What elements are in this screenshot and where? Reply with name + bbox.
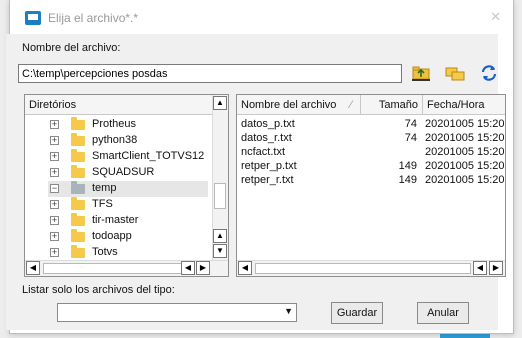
- app-window-icon: [25, 11, 41, 25]
- tree-item-tir-master[interactable]: + tir-master: [50, 213, 230, 229]
- file-row[interactable]: retper_r.txt 149 20201005 15:20: [237, 174, 505, 188]
- folder-icon: [71, 165, 85, 178]
- tree-hscroll-thumb[interactable]: [43, 263, 194, 274]
- tree-scroll-left-right-button[interactable]: ◀: [181, 261, 195, 275]
- tree-item-python38[interactable]: + python38: [50, 133, 230, 149]
- column-header-date[interactable]: Fecha/Hora: [423, 95, 507, 115]
- column-header-name[interactable]: Nombre del archivo ⁄: [237, 95, 361, 115]
- folder-icon: [71, 133, 85, 146]
- tree-item-totvs[interactable]: + Totvs: [50, 245, 230, 261]
- tree-item-label: python38: [92, 134, 138, 146]
- file-name: ncfact.txt: [241, 146, 286, 158]
- expand-icon[interactable]: +: [50, 200, 59, 209]
- file-scroll-right-button[interactable]: ▶: [489, 261, 503, 275]
- tree-item-label: todoapp: [92, 230, 132, 242]
- file-type-select[interactable]: ▼: [57, 303, 297, 322]
- file-date: 20201005 15:20: [425, 160, 505, 172]
- tree-item-label: tir-master: [92, 214, 139, 226]
- tree-item-temp[interactable]: − temp: [48, 181, 208, 197]
- tree-item-protheus[interactable]: + Protheus: [50, 117, 230, 133]
- file-name: datos_r.txt: [241, 132, 292, 144]
- column-header-size[interactable]: Tamaño: [361, 95, 423, 115]
- file-date: 20201005 15:20: [425, 118, 505, 130]
- file-name: retper_p.txt: [241, 160, 297, 172]
- tree-item-tfs[interactable]: + TFS: [50, 197, 230, 213]
- expand-icon[interactable]: +: [50, 152, 59, 161]
- file-size: 74: [404, 118, 417, 130]
- tree-item-label: Totvs: [92, 246, 118, 258]
- tree-item-label: SmartClient_TOTVS12: [92, 150, 205, 162]
- dropdown-arrow-icon[interactable]: ▼: [284, 306, 293, 316]
- folder-open-icon: [71, 181, 85, 194]
- dialog-title: Elija el archivo*.*: [48, 11, 139, 25]
- tree-header: Diretórios: [25, 95, 212, 115]
- save-button[interactable]: Guardar: [331, 302, 383, 324]
- tree-item-label: SQUADSUR: [92, 166, 155, 178]
- file-list-header: Nombre del archivo ⁄ Tamaño Fecha/Hora: [237, 95, 505, 115]
- tree-item-label: Protheus: [92, 118, 137, 130]
- file-path-input[interactable]: [18, 64, 402, 83]
- folder-icon: [71, 117, 85, 130]
- expand-icon[interactable]: +: [50, 168, 59, 177]
- expand-icon[interactable]: +: [50, 248, 59, 257]
- close-icon[interactable]: ✕: [490, 9, 501, 25]
- file-list-panel[interactable]: Nombre del archivo ⁄ Tamaño Fecha/Hora d…: [236, 94, 506, 277]
- folder-icon: [71, 149, 85, 162]
- expand-icon[interactable]: +: [50, 232, 59, 241]
- folder-icon: [71, 229, 85, 242]
- file-size: 149: [398, 160, 417, 172]
- file-scroll-left-right-button[interactable]: ◀: [473, 261, 487, 275]
- sort-indicator-icon: ⁄: [350, 99, 352, 111]
- folder-icon: [71, 213, 85, 226]
- expand-icon[interactable]: +: [50, 136, 59, 145]
- file-row[interactable]: ncfact.txt 20201005 15:20: [237, 146, 505, 160]
- folder-up-icon[interactable]: [410, 63, 432, 83]
- expand-icon[interactable]: +: [50, 120, 59, 129]
- file-date: 20201005 15:20: [425, 174, 505, 186]
- tree-item-todoapp[interactable]: + todoapp: [50, 229, 230, 245]
- file-date: 20201005 15:20: [425, 132, 505, 144]
- new-folder-icon[interactable]: [444, 63, 466, 83]
- expand-icon[interactable]: +: [50, 216, 59, 225]
- tree-item-label: temp: [92, 182, 117, 194]
- file-size: 74: [404, 132, 417, 144]
- tree-horizontal-scrollbar[interactable]: ◀ ◀ ▶: [25, 260, 228, 276]
- tree-scroll-up-button[interactable]: ▲: [213, 96, 227, 110]
- tree-scroll-left-button[interactable]: ◀: [26, 261, 40, 275]
- folder-icon: [71, 197, 85, 210]
- tree-scroll-right-button[interactable]: ▶: [196, 261, 210, 275]
- file-row[interactable]: retper_p.txt 149 20201005 15:20: [237, 160, 505, 174]
- file-row[interactable]: datos_r.txt 74 20201005 15:20: [237, 132, 505, 146]
- file-hscroll-thumb[interactable]: [255, 263, 471, 274]
- tree-item-squadsur[interactable]: + SQUADSUR: [50, 165, 230, 181]
- file-name: retper_r.txt: [241, 174, 294, 186]
- tree-header-label: Diretórios: [29, 99, 77, 111]
- file-type-filter-label: Listar solo los archivos del tipo:: [22, 284, 175, 296]
- file-name: datos_p.txt: [241, 118, 295, 130]
- file-size: 149: [398, 174, 417, 186]
- cancel-button[interactable]: Anular: [417, 302, 469, 324]
- collapse-icon[interactable]: −: [50, 184, 59, 193]
- file-list-horizontal-scrollbar[interactable]: ◀ ◀ ▶: [237, 260, 505, 276]
- file-name-label: Nombre del archivo:: [22, 42, 121, 54]
- file-date: 20201005 15:20: [425, 146, 505, 158]
- file-row[interactable]: datos_p.txt 74 20201005 15:20: [237, 118, 505, 132]
- file-scroll-left-button[interactable]: ◀: [238, 261, 252, 275]
- tree-item-label: TFS: [92, 198, 113, 210]
- tree-item-smartclient[interactable]: + SmartClient_TOTVS12: [50, 149, 230, 165]
- refresh-icon[interactable]: [478, 63, 500, 83]
- column-header-name-label: Nombre del archivo: [241, 99, 337, 111]
- folder-icon: [71, 245, 85, 258]
- title-bar: Elija el archivo*.* ✕: [10, 0, 513, 36]
